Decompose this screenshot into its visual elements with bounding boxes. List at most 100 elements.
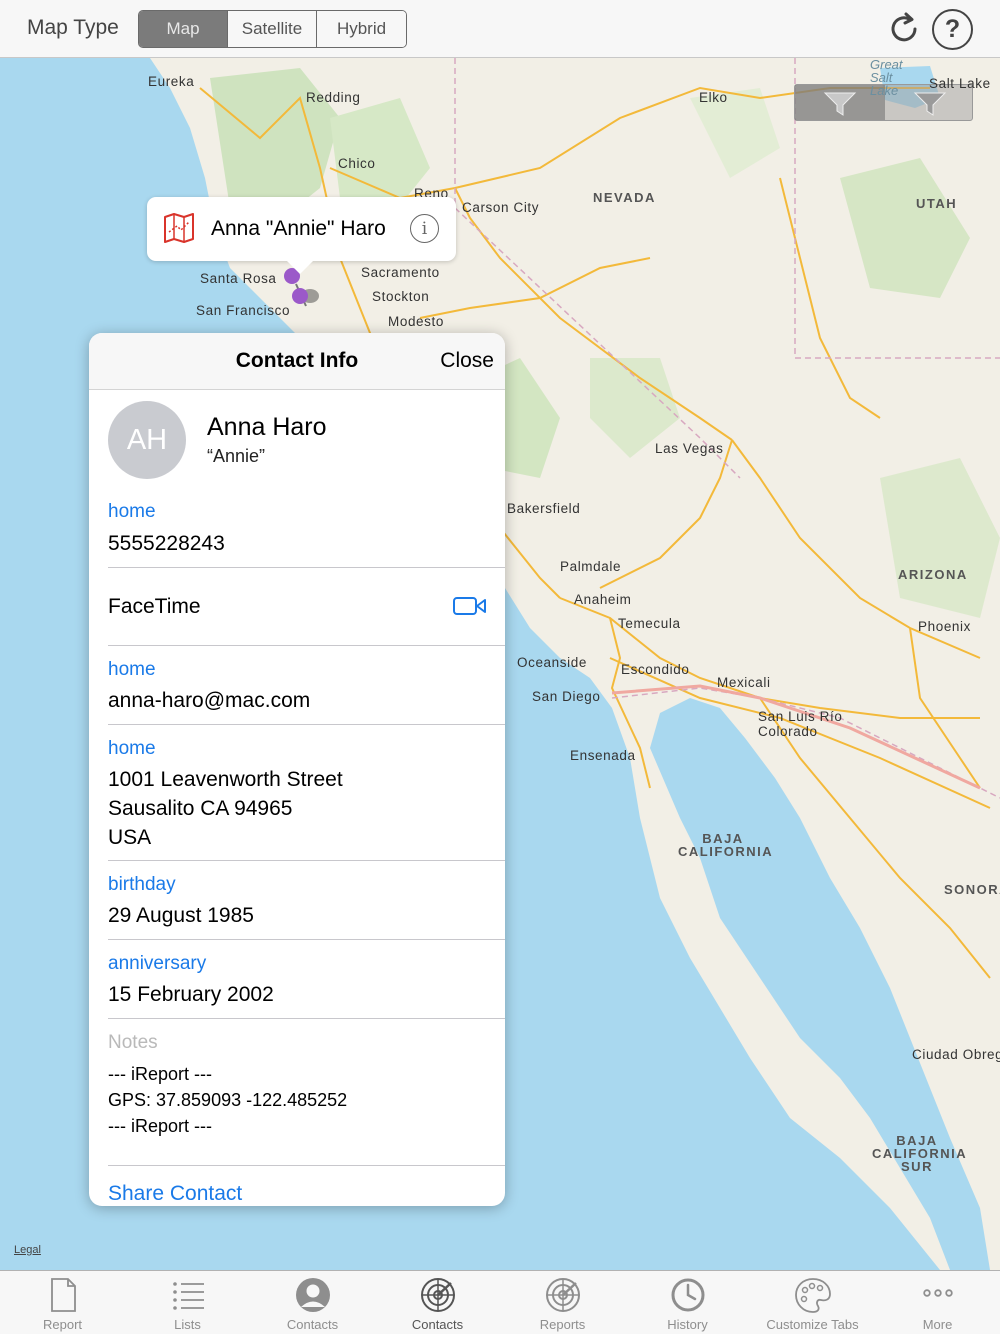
tab-contacts-map[interactable]: Contacts <box>375 1271 500 1334</box>
top-toolbar: Map Type Map Satellite Hybrid ? <box>0 0 1000 58</box>
segment-hybrid[interactable]: Hybrid <box>317 11 406 47</box>
address-line[interactable]: 1001 Leavenworth Street <box>108 765 343 794</box>
map-icon <box>164 213 194 243</box>
divider <box>108 1165 505 1166</box>
help-icon[interactable]: ? <box>932 9 973 50</box>
address-line[interactable]: Sausalito CA 94965 <box>108 794 292 823</box>
tab-label: More <box>922 1317 953 1332</box>
tab-label: Report <box>42 1317 83 1332</box>
filter-funnel-icon <box>823 92 857 116</box>
tab-label: Lists <box>174 1317 201 1332</box>
facetime-row[interactable]: FaceTime <box>108 592 201 621</box>
city-label: Ensenada <box>570 748 636 763</box>
avatar: AH <box>108 401 186 479</box>
divider <box>108 939 505 940</box>
popover-header: Contact Info Close <box>89 333 505 390</box>
share-contact-button[interactable]: Share Contact <box>108 1182 242 1206</box>
divider <box>108 724 505 725</box>
water-label: Great Salt Lake <box>870 58 903 98</box>
tab-customize-tabs[interactable]: Customize Tabs <box>750 1271 875 1334</box>
info-icon[interactable]: i <box>410 214 439 243</box>
divider <box>108 567 505 568</box>
legal-link[interactable]: Legal <box>14 1244 41 1256</box>
region-label: SONORA <box>944 882 1000 897</box>
tab-label: Customize Tabs <box>766 1317 859 1332</box>
tab-label: History <box>667 1317 708 1332</box>
anniversary-value: 15 February 2002 <box>108 983 274 1006</box>
city-label: San Luis Río Colorado <box>758 709 843 739</box>
region-label: ARIZONA <box>898 567 968 582</box>
city-label: Modesto <box>388 314 444 329</box>
city-label: Elko <box>699 90 728 105</box>
region-label: BAJA CALIFORNIA SUR <box>872 1133 968 1174</box>
divider <box>108 1018 505 1019</box>
city-label: San Diego <box>532 689 601 704</box>
tab-lists[interactable]: Lists <box>125 1271 250 1334</box>
notes-label: Notes <box>108 1032 158 1053</box>
city-label: Escondido <box>621 662 690 677</box>
tab-report[interactable]: Report <box>0 1271 125 1334</box>
pin-callout[interactable]: Anna "Annie" Haro i <box>147 197 456 261</box>
tab-bar: Report Lists Contacts Contacts Reports H… <box>0 1270 1000 1334</box>
more-icon <box>922 1289 953 1297</box>
map-type-label: Map Type <box>27 16 119 39</box>
city-label: Salt Lake <box>929 76 991 91</box>
email-address[interactable]: anna-haro@mac.com <box>108 686 310 715</box>
region-label: UTAH <box>916 196 958 211</box>
person-icon <box>295 1278 330 1312</box>
divider <box>108 645 505 646</box>
region-label: BAJA CALIFORNIA <box>678 831 774 859</box>
city-label: Stockton <box>372 289 430 304</box>
tab-label: Reports <box>539 1317 586 1332</box>
city-label: Oceanside <box>517 655 587 670</box>
city-label: Temecula <box>618 616 681 631</box>
tab-contacts-people[interactable]: Contacts <box>250 1271 375 1334</box>
address-label: home <box>108 738 156 759</box>
tab-reports[interactable]: Reports <box>500 1271 625 1334</box>
city-label: Anaheim <box>574 592 632 607</box>
city-label: Santa Rosa <box>200 271 277 286</box>
note-line: --- iReport --- <box>108 1116 212 1136</box>
contact-nickname: “Annie” <box>207 446 266 466</box>
tab-more[interactable]: More <box>875 1271 1000 1334</box>
filter-funnel-icon <box>913 92 947 116</box>
divider <box>108 860 505 861</box>
city-label: Las Vegas <box>655 441 724 456</box>
city-label: Palmdale <box>560 559 622 574</box>
city-label: Phoenix <box>918 619 971 634</box>
close-button[interactable]: Close <box>440 349 494 373</box>
map-type-segmented-control: Map Satellite Hybrid <box>138 10 407 48</box>
callout-pointer <box>285 259 315 274</box>
phone-number[interactable]: 5555228243 <box>108 529 225 558</box>
segment-satellite[interactable]: Satellite <box>228 11 317 47</box>
city-label: Carson City <box>462 200 540 215</box>
refresh-icon[interactable] <box>885 10 923 48</box>
clock-icon <box>671 1278 704 1312</box>
radar-icon <box>545 1278 580 1312</box>
anniversary-label: anniversary <box>108 953 207 974</box>
city-label: Bakersfield <box>507 501 581 516</box>
callout-contact-name: Anna "Annie" Haro <box>211 217 386 240</box>
contact-info-popover: Contact Info Close AH Anna Haro “Annie” … <box>89 333 505 1206</box>
list-icon <box>172 1282 204 1310</box>
birthday-label: birthday <box>108 874 176 895</box>
note-line: GPS: 37.859093 -122.485252 <box>108 1090 348 1110</box>
city-label: Redding <box>306 90 361 105</box>
radar-icon <box>420 1278 455 1312</box>
note-line: --- iReport --- <box>108 1064 212 1084</box>
tab-history[interactable]: History <box>625 1271 750 1334</box>
city-label: Mexicali <box>717 675 771 690</box>
birthday-value: 29 August 1985 <box>108 904 254 927</box>
palette-icon <box>794 1278 831 1313</box>
region-label: NEVADA <box>593 190 656 205</box>
segment-map[interactable]: Map <box>139 11 228 47</box>
city-label: Ciudad Obregón <box>912 1047 1000 1062</box>
document-icon <box>50 1278 76 1312</box>
city-label: Chico <box>338 156 376 171</box>
city-label: Sacramento <box>361 265 440 280</box>
email-label: home <box>108 659 156 680</box>
address-line[interactable]: USA <box>108 823 151 852</box>
tab-label: Contacts <box>286 1317 339 1332</box>
video-camera-icon[interactable] <box>453 596 487 616</box>
phone-label: home <box>108 501 156 522</box>
